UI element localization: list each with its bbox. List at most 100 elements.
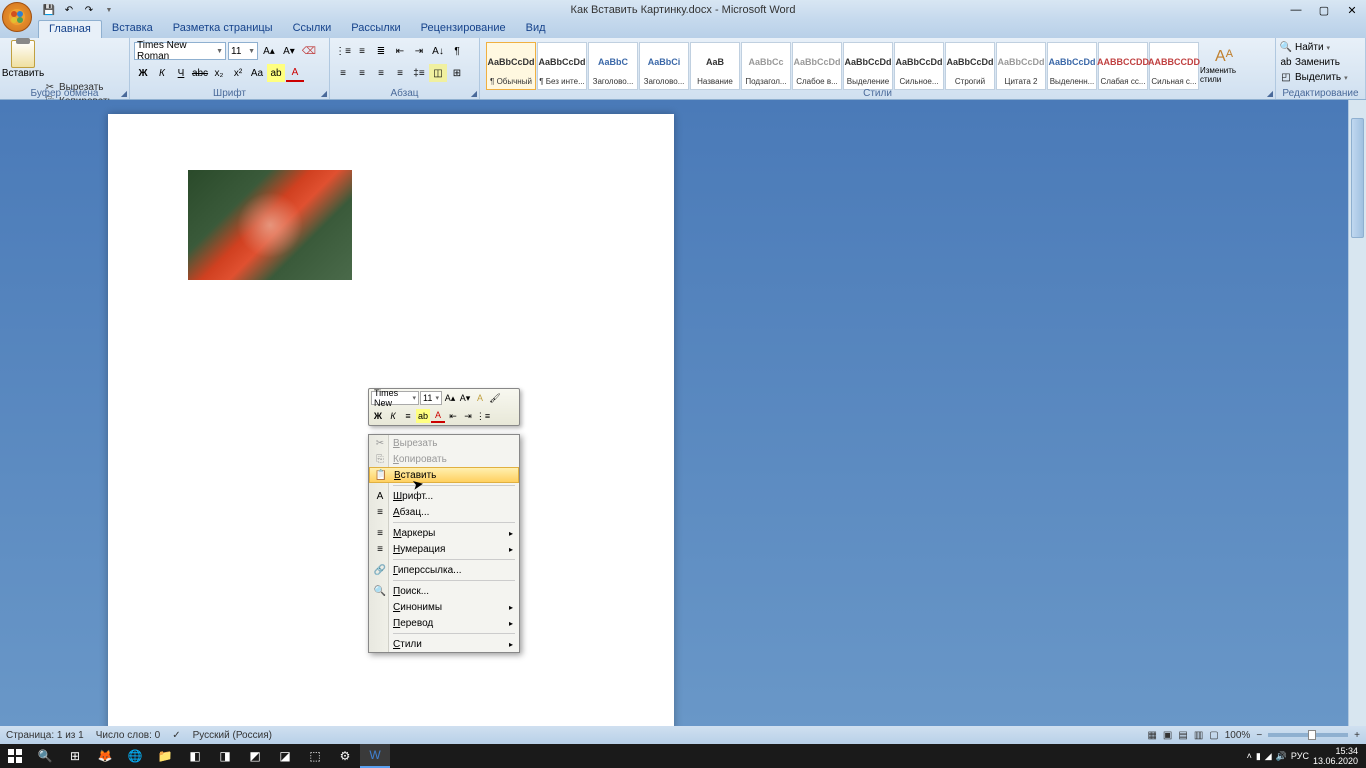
tab-home[interactable]: Главная	[38, 20, 102, 38]
context-item-[interactable]: Синонимы▸	[369, 599, 519, 615]
zoom-in-button[interactable]: +	[1354, 730, 1360, 741]
settings-icon[interactable]: ⚙	[330, 744, 360, 768]
save-icon[interactable]: 💾	[40, 2, 58, 18]
style-item-9[interactable]: AaBbCcDdСтрогий	[945, 42, 995, 90]
office-button[interactable]	[2, 2, 32, 32]
underline-button[interactable]: Ч	[172, 64, 190, 82]
start-button[interactable]	[0, 744, 30, 768]
grow-font-icon[interactable]: A▴	[260, 42, 278, 60]
mini-grow-font-icon[interactable]: A▴	[443, 391, 457, 405]
style-item-5[interactable]: AaBbCcПодзагол...	[741, 42, 791, 90]
context-item-[interactable]: Стили▸	[369, 636, 519, 652]
tray-battery-icon[interactable]: ▮	[1256, 751, 1261, 762]
tab-pagelayout[interactable]: Разметка страницы	[163, 20, 283, 38]
style-item-8[interactable]: AaBbCcDdСильное...	[894, 42, 944, 90]
numbering-button[interactable]: ≡	[353, 42, 371, 60]
shrink-font-icon[interactable]: A▾	[280, 42, 298, 60]
align-left-button[interactable]: ≡	[334, 64, 352, 82]
context-item-[interactable]: ≡Маркеры▸	[369, 525, 519, 541]
zoom-slider[interactable]	[1268, 733, 1348, 737]
align-center-button[interactable]: ≡	[353, 64, 371, 82]
view-fullscreen-icon[interactable]: ▣	[1163, 730, 1172, 741]
subscript-button[interactable]: x₂	[210, 64, 228, 82]
context-item-[interactable]: 🔍Поиск...	[369, 583, 519, 599]
mini-font-color-button[interactable]: A	[431, 409, 445, 423]
app-icon-1[interactable]: ◧	[180, 744, 210, 768]
replace-button[interactable]: abЗаменить	[1280, 55, 1361, 70]
mini-center-button[interactable]: ≡	[401, 409, 415, 423]
inserted-image[interactable]	[188, 170, 352, 280]
maximize-button[interactable]: ▢	[1310, 1, 1338, 19]
app-icon-3[interactable]: ⬚	[300, 744, 330, 768]
explorer-icon[interactable]: 📁	[150, 744, 180, 768]
clear-format-icon[interactable]: ⌫	[300, 42, 318, 60]
task-view-icon[interactable]: ⊞	[60, 744, 90, 768]
tray-clock[interactable]: 15:34 13.06.2020	[1313, 746, 1358, 766]
chrome-icon[interactable]: 🌐	[120, 744, 150, 768]
style-item-13[interactable]: AABBCCDDСильная с...	[1149, 42, 1199, 90]
bold-button[interactable]: Ж	[134, 64, 152, 82]
multilevel-button[interactable]: ≣	[372, 42, 390, 60]
context-item-[interactable]: ≡Абзац...	[369, 504, 519, 520]
word-taskbar-icon[interactable]: W	[360, 744, 390, 768]
firefox-icon[interactable]: 🦊	[90, 744, 120, 768]
scroll-thumb[interactable]	[1351, 118, 1364, 238]
store-icon[interactable]: ◪	[270, 744, 300, 768]
qat-dropdown-icon[interactable]: ▼	[100, 2, 118, 18]
line-spacing-button[interactable]: ‡≡	[410, 64, 428, 82]
context-item-[interactable]: ≡Нумерация▸	[369, 541, 519, 557]
change-case-button[interactable]: Aa	[248, 64, 266, 82]
highlight-button[interactable]: ab	[267, 64, 285, 82]
zoom-slider-thumb[interactable]	[1308, 730, 1316, 740]
style-item-11[interactable]: AaBbCcDdВыделенн...	[1047, 42, 1097, 90]
tab-insert[interactable]: Вставка	[102, 20, 163, 38]
style-item-1[interactable]: AaBbCcDd¶ Без инте...	[537, 42, 587, 90]
paragraph-expand-icon[interactable]: ◢	[471, 89, 477, 98]
style-item-10[interactable]: AaBbCcDdЦитата 2	[996, 42, 1046, 90]
status-spellcheck-icon[interactable]: ✓	[172, 730, 180, 741]
font-color-button[interactable]: A	[286, 64, 304, 82]
italic-button[interactable]: К	[153, 64, 171, 82]
font-size-select[interactable]: 11▼	[228, 42, 258, 60]
mail-icon[interactable]: ◩	[240, 744, 270, 768]
font-name-select[interactable]: Times New Roman▼	[134, 42, 226, 60]
search-icon[interactable]: 🔍	[30, 744, 60, 768]
zoom-level[interactable]: 100%	[1225, 730, 1251, 741]
borders-button[interactable]: ⊞	[448, 64, 466, 82]
mini-styles-icon[interactable]: A	[473, 391, 487, 405]
view-outline-icon[interactable]: ▥	[1194, 730, 1203, 741]
mini-indent-inc-button[interactable]: ⇥	[461, 409, 475, 423]
status-page[interactable]: Страница: 1 из 1	[6, 730, 84, 741]
redo-icon[interactable]: ↷	[80, 2, 98, 18]
style-item-6[interactable]: AaBbCcDdСлабое в...	[792, 42, 842, 90]
shading-button[interactable]: ◫	[429, 64, 447, 82]
tray-network-icon[interactable]: ◢	[1265, 751, 1272, 762]
clipboard-expand-icon[interactable]: ◢	[121, 89, 127, 98]
tray-lang-icon[interactable]: РУС	[1291, 751, 1309, 761]
view-web-icon[interactable]: ▤	[1178, 730, 1187, 741]
select-button[interactable]: ◰Выделить▾	[1280, 70, 1361, 85]
style-item-12[interactable]: AABBCCDDСлабая сс...	[1098, 42, 1148, 90]
mini-italic-button[interactable]: К	[386, 409, 400, 423]
mini-indent-dec-button[interactable]: ⇤	[446, 409, 460, 423]
mini-size-select[interactable]: 11▾	[420, 391, 442, 405]
style-item-7[interactable]: AaBbCcDdВыделение	[843, 42, 893, 90]
paste-button[interactable]: Вставить	[4, 40, 42, 79]
mini-format-painter-icon[interactable]: 🖌	[488, 391, 502, 405]
context-item-[interactable]: 🔗Гиперссылка...	[369, 562, 519, 578]
align-justify-button[interactable]: ≡	[391, 64, 409, 82]
font-expand-icon[interactable]: ◢	[321, 89, 327, 98]
strikethrough-button[interactable]: abc	[191, 64, 209, 82]
bullets-button[interactable]: ⋮≡	[334, 42, 352, 60]
superscript-button[interactable]: x²	[229, 64, 247, 82]
context-item-[interactable]: 📋Вставить	[369, 467, 519, 483]
tray-chevron-icon[interactable]: ˄	[1247, 751, 1252, 761]
style-item-3[interactable]: AaBbCiЗаголово...	[639, 42, 689, 90]
context-item-[interactable]: Перевод▸	[369, 615, 519, 631]
minimize-button[interactable]: —	[1282, 1, 1310, 19]
change-styles-button[interactable]: AᴬИзменить стили	[1200, 42, 1248, 90]
indent-dec-button[interactable]: ⇤	[391, 42, 409, 60]
find-button[interactable]: 🔍Найти▾	[1280, 40, 1361, 55]
close-button[interactable]: ✕	[1338, 1, 1366, 19]
mini-bullets-button[interactable]: ⋮≡	[476, 409, 490, 423]
